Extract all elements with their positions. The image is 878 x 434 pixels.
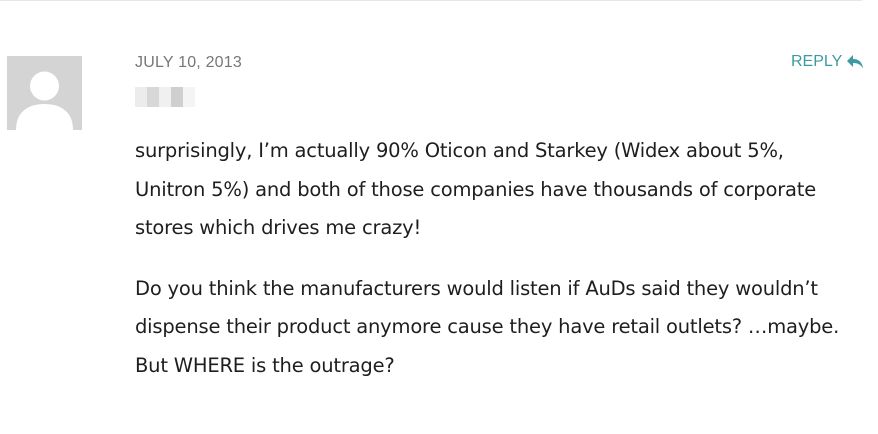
- reply-arrow-icon: [846, 54, 864, 70]
- comment-paragraph: Do you think the manufacturers would lis…: [135, 276, 840, 377]
- default-avatar-icon: [16, 71, 73, 130]
- comment-paragraph: surprisingly, I’m actually 90% Oticon an…: [135, 139, 817, 239]
- reply-button[interactable]: REPLY: [791, 53, 864, 71]
- top-divider: [0, 0, 862, 1]
- comment-date: JULY 10, 2013: [135, 54, 242, 71]
- reply-label: REPLY: [791, 53, 843, 70]
- comment-body: surprisingly, I’m actually 90% Oticon an…: [135, 132, 853, 407]
- avatar: [7, 56, 82, 130]
- author-name-redacted: [135, 87, 195, 107]
